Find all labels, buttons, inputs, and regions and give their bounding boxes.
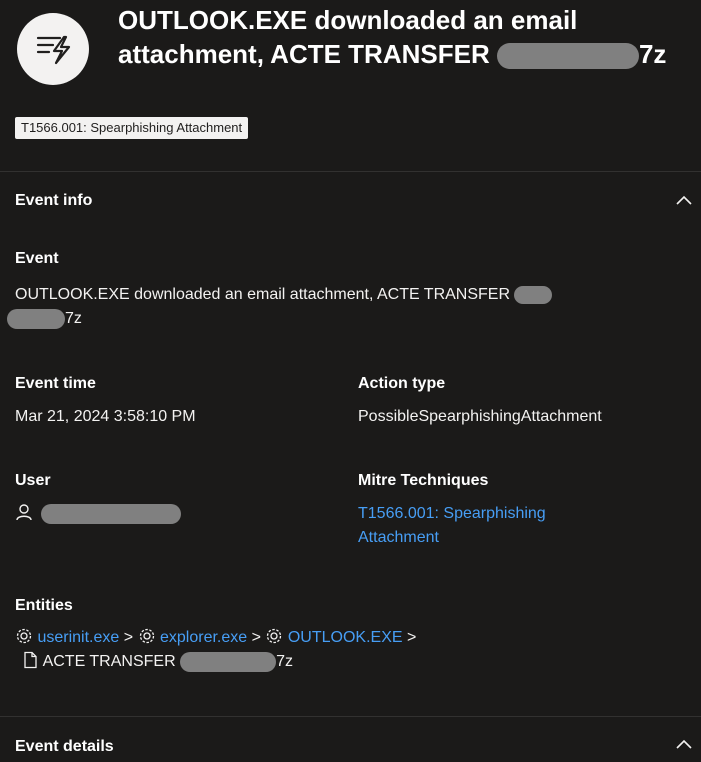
event-value-suffix: 7z (65, 310, 82, 327)
event-title: OUTLOOK.EXE downloaded an email attachme… (118, 3, 688, 71)
divider (0, 171, 701, 172)
entity-separator: > (407, 629, 417, 646)
event-lightning-icon (17, 13, 89, 85)
gear-icon (16, 628, 32, 644)
person-icon (16, 504, 32, 521)
redacted-file-name (180, 651, 277, 672)
redacted-event-text (514, 285, 553, 304)
entity-link-explorer[interactable]: explorer.exe (160, 629, 247, 646)
event-info-section-title[interactable]: Event info (15, 192, 92, 210)
action-type-value: PossibleSpearphishingAttachment (358, 408, 602, 425)
action-type-label: Action type (358, 375, 446, 392)
entity-separator: > (123, 629, 134, 646)
gear-icon (139, 628, 154, 644)
redacted-title-text (496, 43, 639, 70)
mitre-tag[interactable]: T1566.001: Spearphishing Attachment (15, 117, 249, 139)
event-header: OUTLOOK.EXE downloaded an email attachme… (0, 0, 701, 100)
entity-link-userinit[interactable]: userinit.exe (37, 629, 119, 646)
event-value-text: OUTLOOK.EXE downloaded an email attachme… (15, 286, 511, 303)
redacted-user-name (41, 503, 182, 524)
redacted-event-text-2 (7, 308, 65, 329)
entity-file-suffix: 7z (276, 653, 293, 670)
event-label: Event (15, 250, 59, 267)
entity-file-name[interactable]: ACTE TRANSFER (43, 653, 176, 670)
entities-chain: userinit.exe > explorer.exe > OUTLOOK.EX… (15, 626, 695, 674)
gear-icon (267, 628, 282, 644)
entities-label: Entities (15, 597, 73, 614)
mitre-technique-link[interactable]: T1566.001: Spearphishing Attachment (358, 502, 546, 550)
chevron-up-icon[interactable] (675, 736, 693, 754)
entity-link-outlook[interactable]: OUTLOOK.EXE (288, 629, 403, 646)
event-details-section-title[interactable]: Event details (15, 738, 114, 756)
entity-separator: > (251, 629, 261, 646)
mitre-link-line1[interactable]: T1566.001: Spearphishing (358, 505, 546, 522)
event-title-suffix: 7z (638, 39, 667, 69)
event-title-line2: attachment, ACTE TRANSFER (118, 39, 490, 69)
divider (0, 716, 701, 717)
chevron-up-icon[interactable] (675, 192, 693, 210)
mitre-link-line2[interactable]: Attachment (358, 529, 439, 546)
event-value: OUTLOOK.EXE downloaded an email attachme… (7, 283, 685, 331)
user-label: User (15, 472, 51, 489)
event-title-line1: OUTLOOK.EXE downloaded an email (118, 5, 578, 35)
mitre-techniques-label: Mitre Techniques (358, 472, 489, 489)
event-time-value: Mar 21, 2024 3:58:10 PM (15, 408, 196, 425)
file-icon (24, 651, 37, 669)
user-value[interactable] (15, 502, 182, 526)
event-time-label: Event time (15, 375, 96, 392)
